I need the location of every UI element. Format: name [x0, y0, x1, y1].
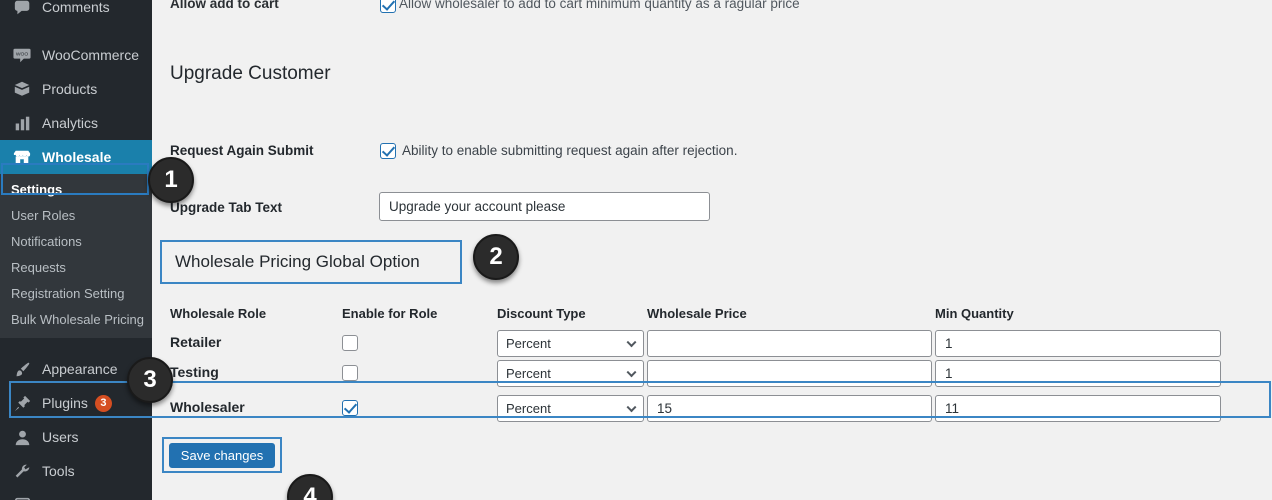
sidebar-item-registration-setting[interactable]: Registration Setting — [0, 280, 152, 306]
discount-type-value: Percent — [506, 401, 551, 416]
products-box-icon — [11, 79, 33, 99]
wholesale-price-input[interactable] — [647, 360, 932, 387]
plugins-update-badge: 3 — [95, 395, 112, 412]
sidebar-item-label: WooCommerce — [42, 47, 139, 63]
comment-icon — [11, 0, 33, 17]
admin-screen: Comments WOO WooCommerce Products Analyt… — [0, 0, 1272, 500]
upgrade-tab-text-label: Upgrade Tab Text — [170, 200, 282, 215]
sidebar-item-comments[interactable]: Comments — [0, 0, 152, 24]
min-quantity-input[interactable] — [935, 360, 1221, 387]
submenu-item-label: Bulk Wholesale Pricing — [11, 312, 144, 327]
col-header-enable-for-role: Enable for Role — [342, 306, 497, 321]
store-icon — [11, 147, 33, 167]
wrench-icon — [11, 461, 33, 481]
allow-add-to-cart-checkbox[interactable] — [380, 0, 396, 13]
allow-add-to-cart-description: Allow wholesaler to add to cart minimum … — [399, 0, 800, 11]
role-name: Retailer — [170, 334, 221, 350]
sidebar-item-settings-main[interactable]: Settings — [0, 488, 152, 500]
wholesale-price-input[interactable] — [647, 330, 932, 357]
request-again-label: Request Again Submit — [170, 143, 314, 158]
sidebar-gap — [0, 24, 152, 38]
save-changes-highlight-box: Save changes — [162, 437, 282, 473]
request-again-description: Ability to enable submitting request aga… — [402, 143, 737, 158]
analytics-bars-icon — [11, 113, 33, 133]
callout-badge-2: 2 — [473, 234, 519, 280]
chevron-down-icon — [627, 367, 637, 377]
sidebar-item-label: Appearance — [42, 361, 118, 377]
col-header-wholesale-price: Wholesale Price — [647, 306, 935, 321]
sidebar-item-bulk-wholesale-pricing[interactable]: Bulk Wholesale Pricing — [0, 306, 152, 332]
svg-text:WOO: WOO — [16, 51, 29, 57]
sidebar-item-settings[interactable]: Settings — [0, 176, 152, 202]
discount-type-value: Percent — [506, 366, 551, 381]
paintbrush-icon — [11, 359, 33, 379]
role-name: Wholesaler — [170, 399, 245, 415]
page-section-title: Upgrade Customer — [170, 63, 331, 85]
sidebar-item-label: Plugins — [42, 395, 88, 411]
chevron-down-icon — [627, 402, 637, 412]
woocommerce-icon: WOO — [11, 45, 33, 65]
save-changes-button[interactable]: Save changes — [169, 443, 275, 468]
enable-for-role-checkbox[interactable] — [342, 399, 497, 417]
wholesale-price-input[interactable] — [647, 395, 932, 422]
sidebar-item-wholesale[interactable]: Wholesale — [0, 140, 152, 174]
wholesale-pricing-global-option-header: Wholesale Pricing Global Option — [160, 240, 462, 284]
admin-sidebar: Comments WOO WooCommerce Products Analyt… — [0, 0, 152, 500]
submenu-item-label: Requests — [11, 260, 66, 275]
settings-sliders-icon — [11, 495, 33, 500]
sidebar-item-users[interactable]: Users — [0, 420, 152, 454]
sidebar-item-notifications[interactable]: Notifications — [0, 228, 152, 254]
discount-type-value: Percent — [506, 336, 551, 351]
col-header-wholesale-role: Wholesale Role — [170, 306, 342, 321]
wholesale-pricing-global-option-title: Wholesale Pricing Global Option — [175, 252, 420, 272]
sidebar-item-label: Comments — [42, 0, 110, 15]
sidebar-item-analytics[interactable]: Analytics — [0, 106, 152, 140]
col-header-discount-type: Discount Type — [497, 306, 647, 321]
min-quantity-input[interactable] — [935, 330, 1221, 357]
enable-for-role-checkbox[interactable] — [342, 334, 497, 352]
sidebar-item-user-roles[interactable]: User Roles — [0, 202, 152, 228]
min-quantity-input[interactable] — [935, 395, 1221, 422]
enable-for-role-checkbox[interactable] — [342, 364, 497, 382]
sidebar-item-label: Tools — [42, 463, 75, 479]
callout-badge-3: 3 — [127, 357, 173, 403]
callout-badge-1: 1 — [148, 157, 194, 203]
upgrade-tab-text-input[interactable] — [379, 192, 710, 221]
col-header-min-quantity: Min Quantity — [935, 306, 1235, 321]
submenu-item-label: User Roles — [11, 208, 75, 223]
allow-add-to-cart-label: Allow add to cart — [170, 0, 279, 11]
allow-add-to-cart-row: Allow add to cart Allow wholesaler to ad… — [152, 0, 1272, 16]
wholesale-submenu: Settings User Roles Notifications Reques… — [0, 174, 152, 338]
discount-type-select[interactable]: Percent — [497, 395, 647, 422]
wholesale-pricing-table: Wholesale Role Enable for Role Discount … — [170, 302, 1272, 423]
submenu-item-label: Settings — [11, 182, 62, 197]
settings-content: Allow add to cart Allow wholesaler to ad… — [152, 0, 1272, 500]
sidebar-item-label: Products — [42, 81, 97, 97]
sidebar-item-woocommerce[interactable]: WOO WooCommerce — [0, 38, 152, 72]
role-name: Testing — [170, 364, 219, 380]
table-row: Testing Percent — [170, 358, 1272, 388]
sidebar-item-label: Analytics — [42, 115, 98, 131]
request-again-checkbox[interactable] — [380, 142, 396, 160]
table-header-row: Wholesale Role Enable for Role Discount … — [170, 302, 1272, 324]
plug-icon — [11, 393, 33, 413]
sidebar-item-label: Wholesale — [42, 149, 111, 165]
sidebar-item-label: Users — [42, 429, 79, 445]
chevron-down-icon — [627, 337, 637, 347]
sidebar-item-requests[interactable]: Requests — [0, 254, 152, 280]
sidebar-gap-2 — [0, 338, 152, 352]
table-row: Retailer Percent — [170, 328, 1272, 358]
submenu-item-label: Registration Setting — [11, 286, 124, 301]
table-row: Wholesaler Percent — [170, 393, 1272, 423]
sidebar-item-tools[interactable]: Tools — [0, 454, 152, 488]
user-icon — [11, 427, 33, 447]
discount-type-select[interactable]: Percent — [497, 330, 647, 357]
submenu-item-label: Notifications — [11, 234, 82, 249]
discount-type-select[interactable]: Percent — [497, 360, 647, 387]
sidebar-item-products[interactable]: Products — [0, 72, 152, 106]
